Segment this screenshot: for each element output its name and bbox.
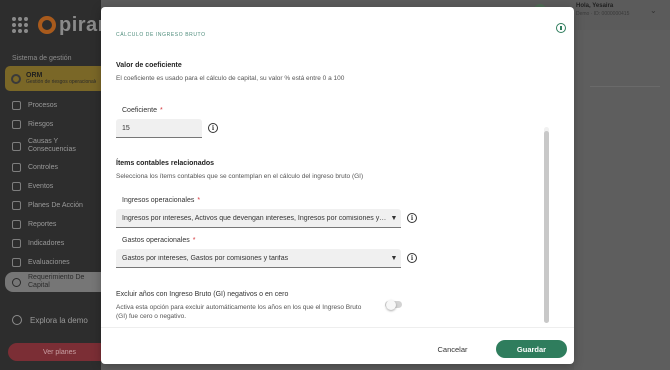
gastos-info-icon[interactable]: i: [407, 253, 417, 263]
coef-field-label: Coeficiente *: [122, 107, 163, 114]
exclude-toggle-description-2: (GI) fue cero o negativo.: [116, 313, 187, 320]
ingresos-select-value: Ingresos por intereses, Activos que deve…: [122, 214, 387, 222]
save-button[interactable]: Guardar: [496, 340, 567, 358]
orm-subtitle: Gestión de riesgos operacionales: [26, 79, 96, 85]
gastos-select-value: Gastos por intereses, Gastos por comisio…: [122, 254, 289, 262]
items-section-description: Selecciona los ítems contables que se co…: [116, 173, 364, 180]
help-icon[interactable]: [556, 23, 566, 33]
events-icon: [12, 182, 21, 191]
causes-icon: [12, 141, 21, 151]
evaluation-icon: [12, 258, 21, 267]
sidebar-item-indicadores[interactable]: Indicadores: [0, 234, 101, 253]
sidebar-item-planes[interactable]: Planes De Acción: [0, 196, 101, 215]
sidebar-item-label: Eventos: [28, 183, 54, 190]
ingresos-field-label: Ingresos operacionales *: [122, 197, 201, 204]
sidebar-item-capital[interactable]: Requerimiento De Capital: [5, 272, 101, 292]
sidebar-item-label: Planes De Acción: [28, 202, 83, 209]
sidebar-item-label: Causas Y Consecuencias: [28, 138, 76, 153]
sidebar: piran Sistema de gestión ORM Gestión de …: [0, 0, 110, 370]
user-meta: Demo · ID: 0000000415: [576, 11, 630, 17]
orm-icon: [11, 73, 21, 84]
modal-body[interactable]: CÁLCULO DE INGRESO BRUTO Valor de coefic…: [101, 7, 574, 327]
sidebar-item-label: Indicadores: [28, 240, 65, 247]
income-calc-modal: CÁLCULO DE INGRESO BRUTO Valor de coefic…: [101, 7, 574, 364]
background-divider: [590, 86, 660, 87]
exclude-toggle-description-1: Activa esta opción para excluir automáti…: [116, 304, 362, 311]
section-label: Sistema de gestión: [12, 55, 72, 62]
required-mark: *: [160, 107, 163, 114]
exclude-toggle-switch[interactable]: [385, 299, 402, 310]
background-content: [574, 30, 670, 370]
gastos-field-label: Gastos operacionales *: [122, 237, 196, 244]
sidebar-item-riesgos[interactable]: Riesgos: [0, 115, 101, 134]
logo-icon: [38, 16, 56, 34]
coef-input-value: 15: [122, 124, 130, 132]
required-mark: *: [192, 237, 196, 244]
gastos-select[interactable]: Gastos por intereses, Gastos por comisio…: [116, 249, 401, 268]
checklist-icon: [12, 201, 21, 210]
sidebar-item-label: Riesgos: [28, 121, 54, 128]
toggle-knob: [386, 299, 396, 310]
coef-info-icon[interactable]: i: [208, 123, 218, 133]
orm-module-card[interactable]: ORM Gestión de riesgos operacionales: [5, 66, 101, 91]
coef-section-title: Valor de coeficiente: [116, 62, 182, 69]
capital-icon: [12, 277, 21, 287]
sidebar-item-label: Procesos: [28, 102, 58, 109]
sliders-icon: [12, 163, 21, 172]
sidebar-nav: Procesos Riesgos Causas Y Consecuencias …: [0, 96, 101, 292]
ingresos-info-icon[interactable]: i: [407, 213, 417, 223]
sidebar-item-label: Reportes: [28, 221, 57, 228]
report-icon: [12, 220, 21, 229]
sidebar-item-reportes[interactable]: Reportes: [0, 215, 101, 234]
indicator-icon: [12, 239, 21, 248]
user-greeting: Hola, Yesaira: [576, 3, 614, 9]
chevron-down-icon: ▼: [390, 254, 398, 262]
cancel-button[interactable]: Cancelar: [430, 342, 475, 357]
view-plans-button[interactable]: Ver planes: [8, 343, 101, 361]
sidebar-item-label: Requerimiento De Capital: [28, 274, 85, 289]
items-section-title: Ítems contables relacionados: [116, 160, 215, 167]
sidebar-item-procesos[interactable]: Procesos: [0, 96, 101, 115]
play-icon: [12, 315, 22, 325]
explore-demo-link[interactable]: Explora la demo: [12, 315, 88, 325]
ingresos-select[interactable]: Ingresos por intereses, Activos que deve…: [116, 209, 401, 228]
sidebar-item-causas[interactable]: Causas Y Consecuencias: [0, 134, 101, 158]
sidebar-item-eventos[interactable]: Eventos: [0, 177, 101, 196]
process-icon: [12, 101, 21, 110]
exclude-toggle-title: Excluir años con Ingreso Bruto (GI) nega…: [116, 291, 289, 298]
apps-grid-icon[interactable]: [12, 17, 28, 33]
sidebar-item-controles[interactable]: Controles: [0, 158, 101, 177]
orm-title: ORM: [26, 72, 43, 79]
chevron-down-icon: ▼: [390, 214, 398, 222]
alert-icon: [12, 120, 21, 129]
scrollbar-thumb[interactable]: [544, 131, 549, 323]
modal-footer: Cancelar Guardar: [101, 327, 574, 364]
sidebar-item-evaluaciones[interactable]: Evaluaciones: [0, 253, 101, 272]
required-mark: *: [197, 197, 201, 204]
modal-title: CÁLCULO DE INGRESO BRUTO: [116, 32, 206, 38]
coef-section-description: El coeficiente es usado para el cálculo …: [116, 75, 345, 82]
sidebar-item-label: Controles: [28, 164, 58, 171]
sidebar-item-label: Evaluaciones: [28, 259, 70, 266]
chevron-down-icon[interactable]: ⌄: [650, 6, 657, 15]
brand: piran: [12, 14, 110, 36]
coef-input[interactable]: 15: [116, 119, 202, 138]
explore-demo-label: Explora la demo: [30, 315, 88, 325]
